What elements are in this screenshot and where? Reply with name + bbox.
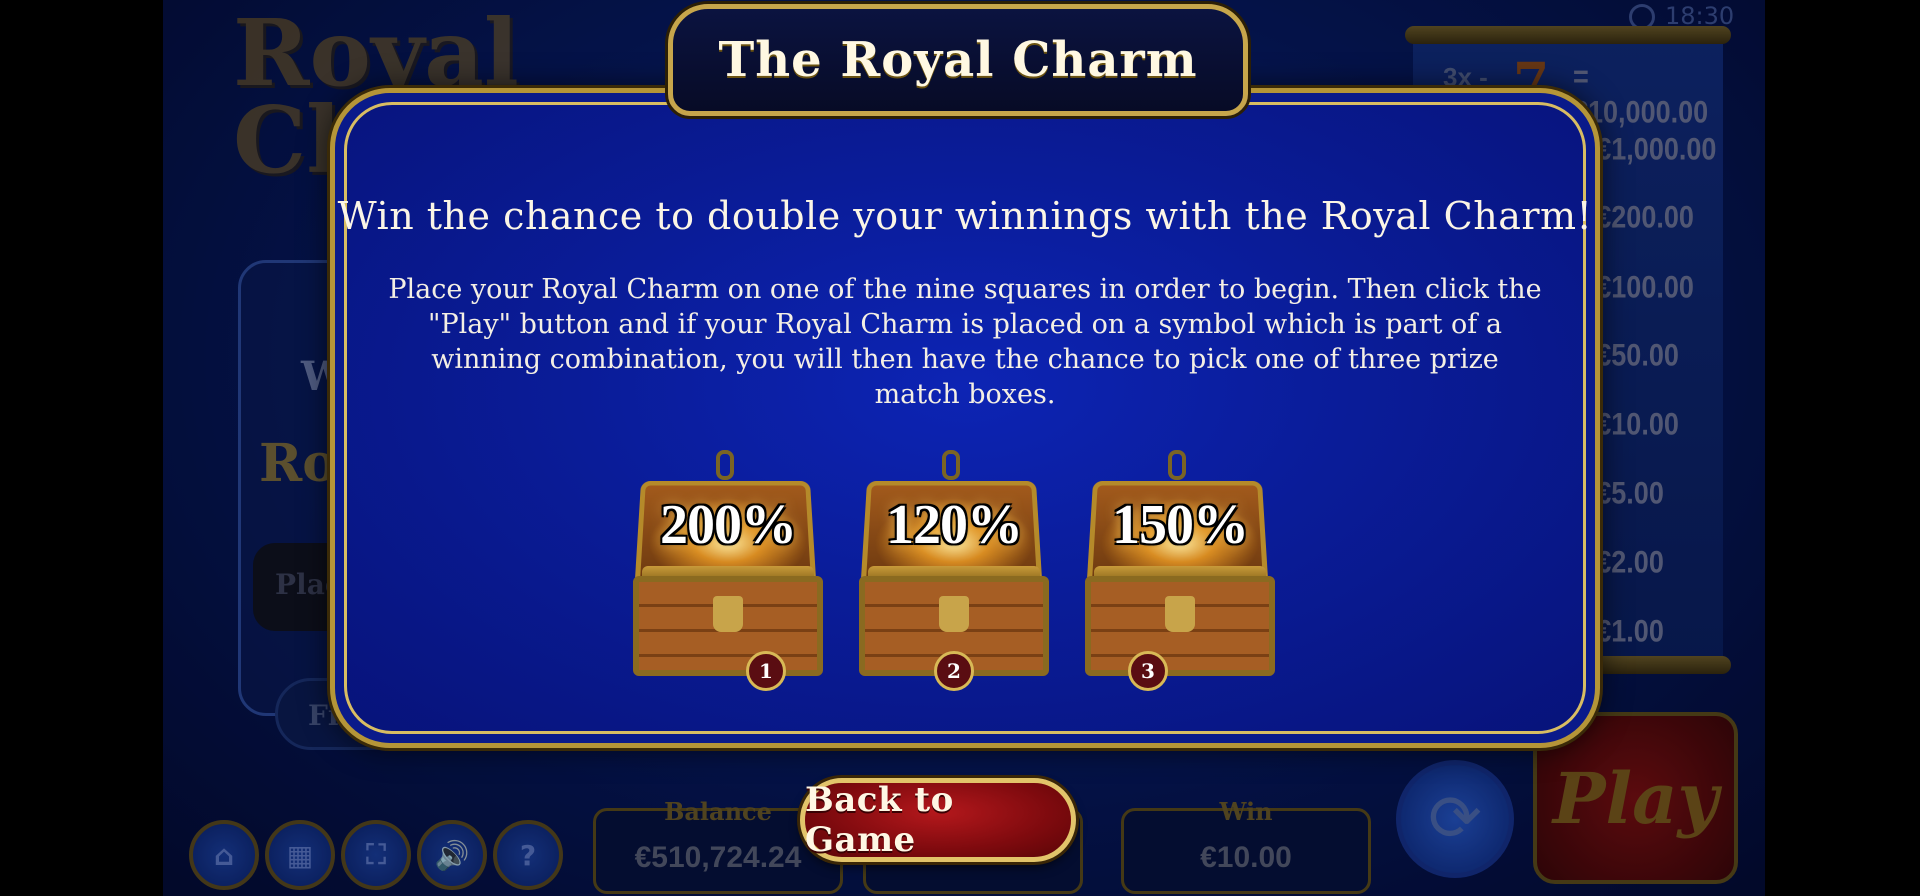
royal-charm-info-modal: The Royal Charm Win the chance to double… xyxy=(330,4,1600,748)
modal-heading: Win the chance to double your winnings w… xyxy=(337,194,1593,238)
fullscreen-icon[interactable]: ⛶ xyxy=(341,820,411,890)
balance-value: €510,724.24 xyxy=(634,841,802,874)
chest-handle xyxy=(716,450,734,480)
modal-title-plaque: The Royal Charm xyxy=(668,4,1248,116)
lock-icon xyxy=(713,596,743,632)
prize-chest-3: 150% 3 xyxy=(1080,438,1280,698)
chest-number: 3 xyxy=(1128,651,1168,691)
win-label: Win xyxy=(1219,797,1273,826)
sound-icon[interactable]: 🔊 xyxy=(417,820,487,890)
win-value: €10.00 xyxy=(1200,841,1292,874)
lock-icon xyxy=(939,596,969,632)
chest-number: 2 xyxy=(934,651,974,691)
win-box: Win €10.00 xyxy=(1121,797,1371,894)
modal-title: The Royal Charm xyxy=(718,32,1198,88)
chest-number: 1 xyxy=(746,651,786,691)
prize-chest-1: 200% 1 xyxy=(628,438,828,698)
chest-percent: 120% xyxy=(886,494,1023,556)
home-icon[interactable]: ⌂ xyxy=(189,820,259,890)
chest-handle xyxy=(942,450,960,480)
modal-body-text: Place your Royal Charm on one of the nin… xyxy=(388,274,1542,410)
paytable-top-rod xyxy=(1405,26,1731,44)
prize-chest-2: 120% 2 xyxy=(854,438,1054,698)
back-to-game-button[interactable]: Back to Game xyxy=(800,778,1076,862)
autoplay-button[interactable]: ⟳ xyxy=(1396,760,1514,878)
lock-icon xyxy=(1165,596,1195,632)
refresh-icon: ⟳ xyxy=(1428,782,1482,856)
chest-handle xyxy=(1168,450,1186,480)
chest-percent: 200% xyxy=(660,494,797,556)
paytable-icon[interactable]: ▦ xyxy=(265,820,335,890)
help-icon[interactable]: ? xyxy=(493,820,563,890)
chest-percent: 150% xyxy=(1112,494,1249,556)
